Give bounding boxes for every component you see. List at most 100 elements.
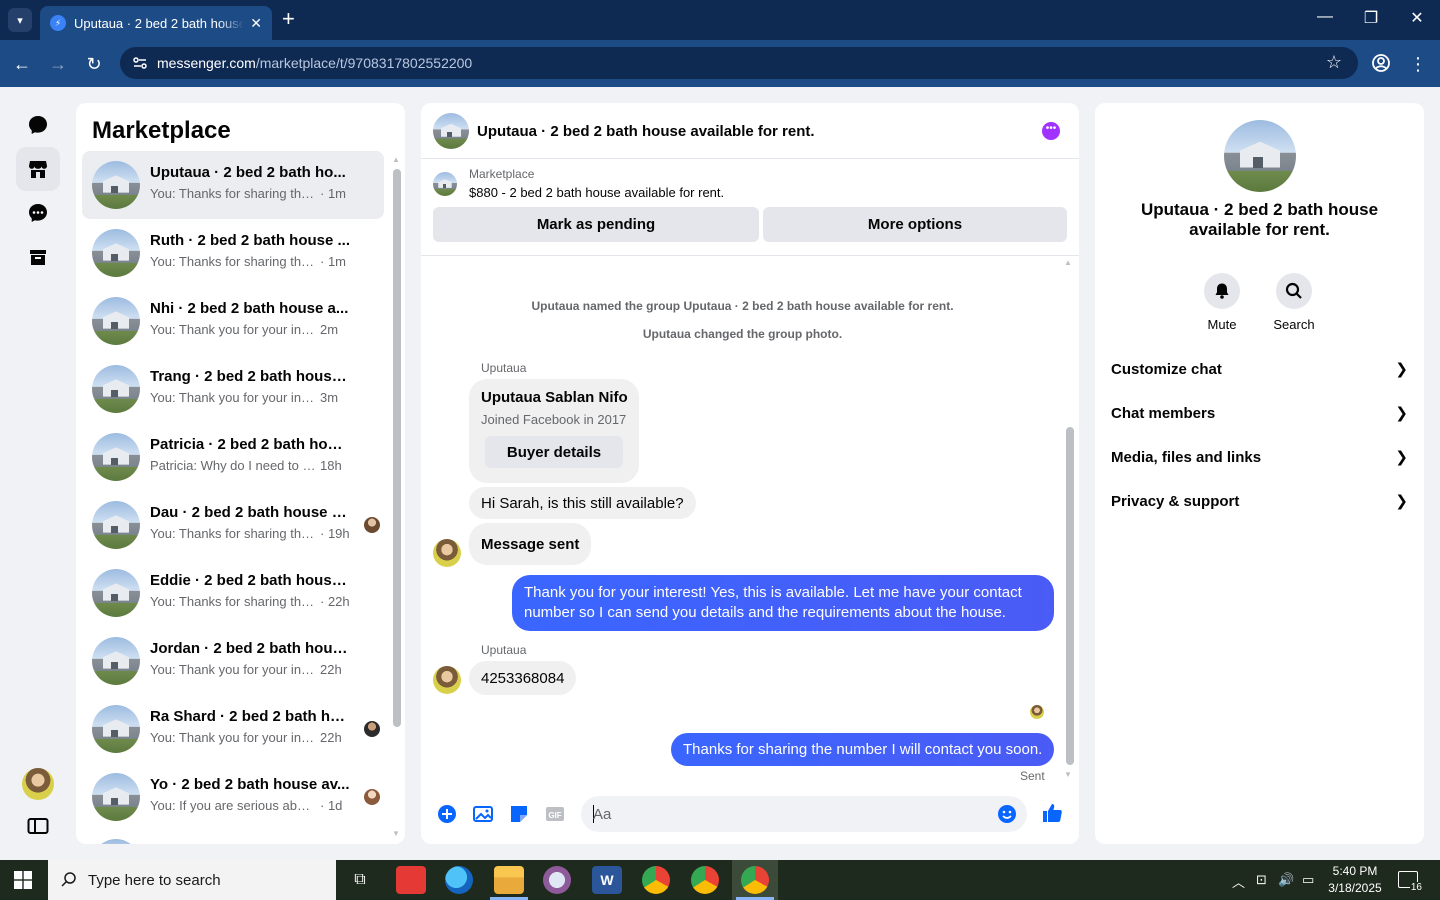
emoji-icon[interactable] (997, 804, 1017, 824)
thread-list-scrollbar[interactable] (393, 169, 401, 727)
taskbar-clock[interactable]: 5:40 PM 3/18/2025 (1320, 863, 1390, 897)
file-explorer-icon[interactable] (494, 866, 524, 894)
conversation-scrollbar[interactable] (1066, 427, 1074, 765)
customize-chat-row[interactable]: Customize chat ❯ (1111, 347, 1408, 391)
sender-avatar[interactable] (433, 539, 461, 567)
message-bubble-incoming[interactable]: Hi Sarah, is this still available? (469, 487, 696, 519)
thread-item[interactable]: Dau · 2 bed 2 bath house a... You: Thank… (82, 491, 384, 559)
chats-icon[interactable] (16, 103, 60, 147)
address-bar[interactable]: messenger.com/marketplace/t/970831780255… (120, 47, 1358, 79)
details-panel: Uputaua · 2 bed 2 bath house available f… (1095, 103, 1424, 844)
thread-item[interactable]: Trang · 2 bed 2 bath house ... You: Than… (82, 355, 384, 423)
chrome-active-icon[interactable] (741, 866, 769, 894)
chevron-right-icon: ❯ (1395, 449, 1408, 466)
forward-button[interactable]: → (46, 52, 70, 76)
taskbar-search[interactable]: Type here to search (48, 860, 336, 900)
scroll-down-arrow[interactable]: ▼ (1064, 770, 1072, 779)
scroll-up-arrow[interactable]: ▲ (392, 155, 400, 164)
profile-icon[interactable] (1371, 53, 1391, 73)
message-input[interactable]: Aa (581, 796, 1027, 832)
site-info-icon[interactable] (132, 55, 148, 71)
svg-text:GIF: GIF (548, 811, 561, 820)
anydesk-icon[interactable] (396, 866, 426, 894)
thread-avatar (92, 365, 140, 413)
message-bubble-outgoing[interactable]: Thank you for your interest! Yes, this i… (512, 575, 1054, 631)
new-tab-button[interactable]: + (282, 8, 295, 30)
more-options-button[interactable]: More options (763, 207, 1067, 242)
thread-item[interactable]: Ruth · 2 bed 2 bath house ... You: Thank… (82, 219, 384, 287)
thread-item[interactable]: Ra Shard · 2 bed 2 bath ho... You: Thank… (82, 695, 384, 763)
message-bubble-incoming[interactable]: Message sent (469, 523, 592, 565)
sidebar-toggle-icon[interactable] (16, 804, 60, 848)
thread-name: Trang · 2 bed 2 bath house ... (150, 368, 350, 385)
browser-menu-icon[interactable]: ⋮ (1406, 52, 1430, 76)
search-icon (1285, 282, 1302, 299)
thread-item[interactable]: Yo · 2 bed 2 bath house av... You: If yo… (82, 763, 384, 831)
word-icon[interactable]: W (592, 866, 622, 894)
image-icon[interactable] (472, 803, 494, 825)
scroll-up-arrow[interactable]: ▲ (1064, 258, 1072, 267)
search-button[interactable]: Search (1254, 273, 1334, 332)
meet-icon[interactable]: ⊡ (1256, 872, 1267, 888)
notification-count: 16 (1409, 882, 1423, 893)
edge-icon[interactable] (445, 866, 473, 894)
thread-preview: You: Thank you for your inte... 2m (150, 322, 339, 337)
mute-button[interactable]: Mute (1182, 273, 1262, 332)
thread-item[interactable]: Uputaua · 2 bed 2 bath ho... You: Thanks… (82, 151, 384, 219)
menu-label: Privacy & support (1111, 492, 1240, 510)
conversation-info-icon[interactable]: ••• (1042, 122, 1060, 140)
user-avatar[interactable] (22, 768, 54, 800)
notification-center-icon[interactable]: 16 (1398, 871, 1423, 893)
close-tab-icon[interactable]: ✕ (250, 15, 262, 32)
back-button[interactable]: ← (10, 52, 34, 76)
close-window-button[interactable]: ✕ (1402, 8, 1432, 28)
task-view-icon[interactable]: ⧉ (345, 866, 375, 894)
thread-item[interactable]: Patricia · 2 bed 2 bath hous... Patricia… (82, 423, 384, 491)
listing-title[interactable]: $880 - 2 bed 2 bath house available for … (469, 185, 724, 200)
restore-button[interactable]: ❐ (1356, 8, 1386, 28)
paint-icon[interactable] (543, 866, 571, 894)
chat-title[interactable]: Uputaua · 2 bed 2 bath house available f… (477, 123, 815, 140)
clock-date: 3/18/2025 (1328, 881, 1382, 895)
listing-thumbnail[interactable] (433, 172, 457, 196)
thread-item[interactable]: Eddie · 2 bed 2 bath house ... You: Than… (82, 559, 384, 627)
reload-button[interactable]: ↻ (82, 52, 106, 76)
thread-item[interactable]: Nhi · 2 bed 2 bath house a... You: Thank… (82, 287, 384, 355)
thread-avatar (92, 433, 140, 481)
plus-icon[interactable] (436, 803, 458, 825)
chrome-profile-icon[interactable] (691, 866, 719, 894)
thumbs-up-icon[interactable] (1041, 802, 1063, 824)
browser-tab[interactable]: ⚡ Uputaua · 2 bed 2 bath house available… (40, 6, 272, 40)
chat-avatar[interactable] (433, 113, 469, 149)
bookmark-star-icon[interactable]: ☆ (1326, 52, 1342, 73)
chevron-right-icon: ❯ (1395, 493, 1408, 510)
windows-start-icon[interactable] (14, 871, 32, 889)
sender-avatar[interactable] (433, 666, 461, 694)
marketplace-icon[interactable] (16, 147, 60, 191)
thread-item[interactable]: Jordan · 2 bed 2 bath hous... You: Thank… (82, 627, 384, 695)
tab-search-button[interactable]: ▾ (8, 8, 32, 32)
group-photo[interactable] (1224, 120, 1296, 192)
thread-name: Jordan · 2 bed 2 bath hous... (150, 640, 350, 657)
volume-icon[interactable]: 🔊 (1278, 872, 1294, 888)
menu-label: Media, files and links (1111, 448, 1262, 466)
chrome-icon[interactable] (642, 866, 670, 894)
archive-icon[interactable] (16, 235, 60, 279)
thread-avatar (92, 569, 140, 617)
minimize-button[interactable]: — (1310, 8, 1340, 26)
message-bubble-incoming[interactable]: 4253368084 (469, 661, 577, 695)
show-hidden-icons[interactable]: ︿ (1232, 872, 1245, 891)
chat-members-row[interactable]: Chat members ❯ (1111, 391, 1408, 435)
sticker-icon[interactable] (508, 803, 530, 825)
privacy-support-row[interactable]: Privacy & support ❯ (1111, 479, 1408, 523)
message-bubble-outgoing[interactable]: Thanks for sharing the number I will con… (671, 733, 1054, 766)
media-files-links-row[interactable]: Media, files and links ❯ (1111, 435, 1408, 479)
network-icon[interactable]: ▭ (1302, 872, 1314, 888)
thread-avatar (92, 637, 140, 685)
buyer-details-button[interactable]: Buyer details (485, 436, 623, 468)
scroll-down-arrow[interactable]: ▼ (392, 829, 400, 838)
message-status: Sent (1020, 769, 1045, 783)
mark-pending-button[interactable]: Mark as pending (433, 207, 759, 242)
gif-icon[interactable]: GIF (544, 803, 566, 825)
message-requests-icon[interactable] (16, 191, 60, 235)
